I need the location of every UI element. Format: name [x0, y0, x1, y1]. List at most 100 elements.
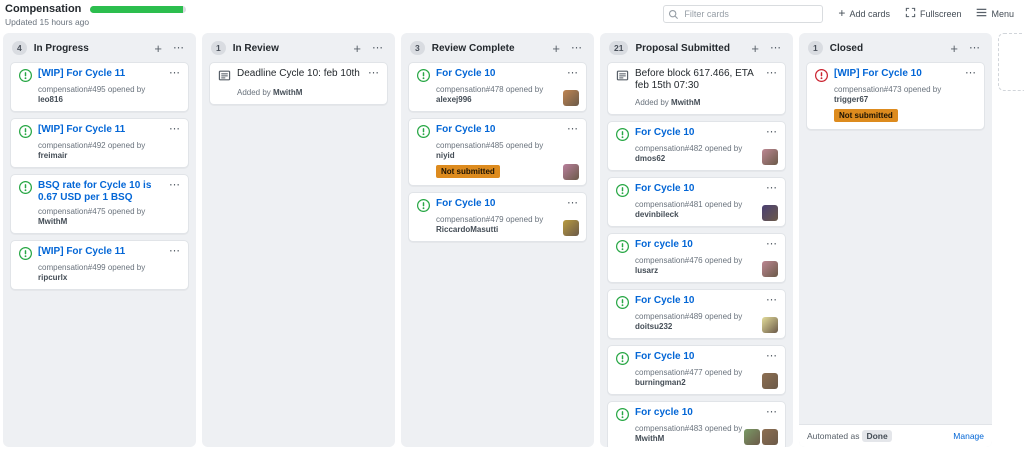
card-menu-button[interactable]: ⋯ [169, 66, 181, 79]
assignee-avatars [563, 164, 579, 180]
card-menu-button[interactable]: ⋯ [766, 405, 778, 418]
card[interactable]: [WIP] For Cycle 10⋯compensation#473 open… [806, 62, 985, 130]
column-proposal-submitted: 21Proposal Submitted+⋯Before block 617.4… [600, 33, 793, 447]
card[interactable]: For cycle 10⋯compensation#476 opened by … [607, 233, 786, 283]
card-header-row: For Cycle 10 [616, 295, 777, 309]
issue-opened-icon [616, 240, 629, 253]
column-menu-button[interactable]: ⋯ [569, 43, 585, 54]
card-title-link[interactable]: [WIP] For Cycle 11 [38, 246, 125, 258]
card-title-link[interactable]: [WIP] For Cycle 10 [834, 68, 922, 80]
card-meta: compensation#479 opened by RiccardoMasut… [436, 215, 578, 235]
card-meta-text: compensation#495 opened by [38, 85, 145, 94]
card-title-link[interactable]: For cycle 10 [635, 407, 693, 419]
not-submitted-label[interactable]: Not submitted [436, 165, 500, 178]
manage-link[interactable]: Manage [953, 431, 984, 441]
avatar [563, 90, 579, 106]
card-author: devinbileck [635, 210, 679, 219]
card-meta-text: compensation#477 opened by [635, 368, 742, 377]
fullscreen-button[interactable]: Fullscreen [905, 7, 962, 20]
card-title-link[interactable]: For Cycle 10 [436, 124, 495, 136]
add-card-button[interactable]: + [749, 43, 761, 54]
card[interactable]: For Cycle 10 ⋯ compensation#479 opened by … [408, 192, 587, 242]
card-author: burningman2 [635, 378, 686, 387]
card[interactable]: BSQ rate for Cycle 10 is 0.67 USD per 1 … [10, 174, 189, 234]
column-menu-button[interactable]: ⋯ [967, 43, 983, 54]
card-menu-button[interactable]: ⋯ [766, 66, 778, 79]
card-meta: compensation#481 opened by devinbileck [635, 200, 777, 220]
column-header: 1In Review+⋯ [202, 33, 395, 60]
card-header-row: For Cycle 10 [616, 351, 777, 365]
card-menu-button[interactable]: ⋯ [169, 244, 181, 257]
card-title-link[interactable]: [WIP] For Cycle 11 [38, 68, 125, 80]
card-meta: Added by MwithM [635, 98, 777, 108]
menu-button[interactable]: Menu [976, 7, 1014, 20]
column-menu-button[interactable]: ⋯ [768, 43, 784, 54]
card-header-row: [WIP] For Cycle 10 [815, 68, 976, 82]
card[interactable]: [WIP] For Cycle 11 ⋯ compensation#495 open… [10, 62, 189, 112]
card-menu-button[interactable]: ⋯ [169, 122, 181, 135]
card[interactable]: Deadline Cycle 10: feb 10th⋯Added by Mwi… [209, 62, 388, 105]
card-menu-button[interactable]: ⋯ [567, 196, 579, 209]
column-closed: 1Closed+⋯[WIP] For Cycle 10⋯compensation… [799, 33, 992, 447]
add-cards-button[interactable]: + Add cards [838, 9, 890, 19]
column-title: Proposal Submitted [635, 43, 742, 54]
column-title: In Progress [34, 43, 146, 54]
filter-cards-input[interactable] [663, 5, 823, 23]
card[interactable]: Before block 617.466, ETA feb 15th 07:30… [607, 62, 786, 115]
card[interactable]: For Cycle 10⋯compensation#482 opened by … [607, 121, 786, 171]
card-menu-button[interactable]: ⋯ [169, 178, 181, 191]
card[interactable]: For Cycle 10⋯compensation#485 opened by … [408, 118, 587, 186]
card-meta-text: compensation#481 opened by [635, 200, 742, 209]
card-author: niyid [436, 151, 455, 160]
add-cards-label: Add cards [849, 9, 890, 19]
assignee-avatars [762, 261, 778, 277]
card-title-link[interactable]: For Cycle 10 [436, 198, 495, 210]
toolbar: + Add cards Fullscreen Menu [663, 4, 1014, 23]
card-menu-button[interactable]: ⋯ [965, 66, 977, 79]
card-menu-button[interactable]: ⋯ [766, 181, 778, 194]
column-in-progress: 4In Progress+⋯[WIP] For Cycle 11⋯compens… [3, 33, 196, 447]
card-list: For Cycle 10⋯compensation#478 opened by … [401, 60, 594, 447]
card-title-link[interactable]: For cycle 10 [635, 239, 693, 251]
card[interactable]: For Cycle 10⋯compensation#489 opened by … [607, 289, 786, 339]
card-title-link[interactable]: For Cycle 10 [436, 68, 495, 80]
card-title-link[interactable]: For Cycle 10 [635, 183, 694, 195]
card-list: [WIP] For Cycle 11 ⋯ compensation#495 open… [3, 60, 196, 447]
card-author: leo816 [38, 95, 63, 104]
card-menu-button[interactable]: ⋯ [766, 293, 778, 306]
add-card-button[interactable]: + [152, 43, 164, 54]
card-title-link[interactable]: For Cycle 10 [635, 127, 694, 139]
card-header-row: Deadline Cycle 10: feb 10th [218, 68, 379, 82]
add-card-button[interactable]: + [948, 43, 960, 54]
card[interactable]: For Cycle 10⋯compensation#478 opened by … [408, 62, 587, 112]
card-title-link[interactable]: [WIP] For Cycle 11 [38, 124, 125, 136]
column-menu-button[interactable]: ⋯ [370, 43, 386, 54]
page-title: Compensation [5, 3, 81, 15]
card[interactable]: For cycle 10⋯compensation#483 opened by … [607, 401, 786, 447]
card[interactable]: [WIP] For Cycle 11⋯compensation#492 open… [10, 118, 189, 168]
card-menu-button[interactable]: ⋯ [766, 237, 778, 250]
card[interactable]: For Cycle 10⋯compensation#477 opened by … [607, 345, 786, 395]
issue-opened-icon [616, 352, 629, 365]
card[interactable]: For Cycle 10 ⋯ compensation#481 opened by … [607, 177, 786, 227]
add-column-placeholder[interactable] [998, 33, 1024, 91]
column-menu-button[interactable]: ⋯ [171, 43, 187, 54]
add-card-button[interactable]: + [550, 43, 562, 54]
card-menu-button[interactable]: ⋯ [567, 66, 579, 79]
card-title-link[interactable]: For Cycle 10 [635, 295, 694, 307]
card-menu-button[interactable]: ⋯ [766, 349, 778, 362]
add-card-button[interactable]: + [351, 43, 363, 54]
assignee-avatars [563, 90, 579, 106]
card-menu-button[interactable]: ⋯ [766, 125, 778, 138]
card-meta-text: compensation#489 opened by [635, 312, 742, 321]
card-author: doitsu232 [635, 322, 672, 331]
card-title-link[interactable]: For Cycle 10 [635, 351, 694, 363]
note-icon [616, 69, 629, 82]
card-title-link[interactable]: BSQ rate for Cycle 10 is 0.67 USD per 1 … [38, 180, 164, 204]
card-menu-button[interactable]: ⋯ [567, 122, 579, 135]
not-submitted-label[interactable]: Not submitted [834, 109, 898, 122]
card-author: trigger67 [834, 95, 868, 104]
progress-bar [90, 6, 186, 13]
card-menu-button[interactable]: ⋯ [368, 66, 380, 79]
card[interactable]: [WIP] For Cycle 11⋯compensation#499 open… [10, 240, 189, 290]
